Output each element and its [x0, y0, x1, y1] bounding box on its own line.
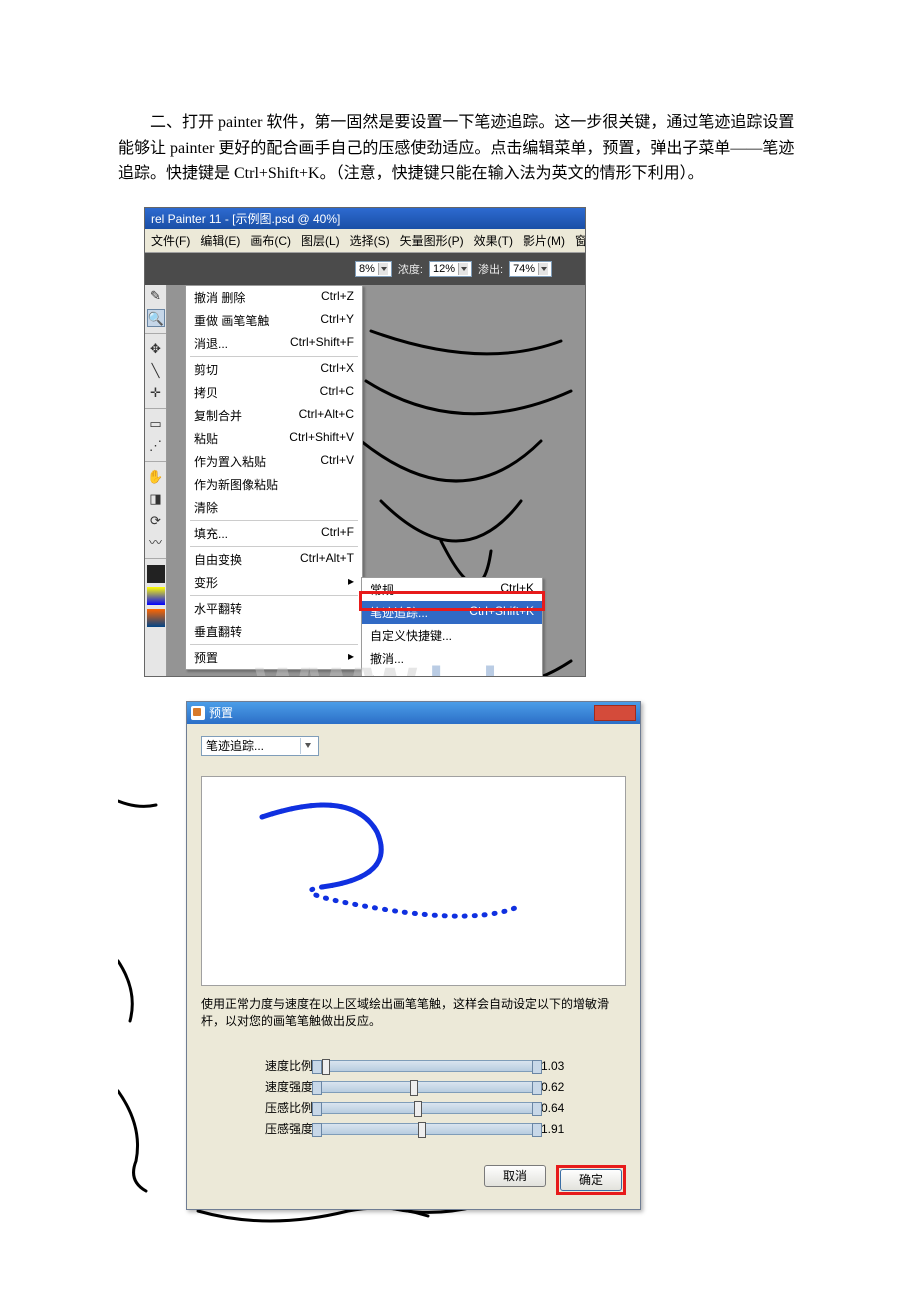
menu-item[interactable]: 重做 画笔笔触Ctrl+Y [186, 309, 362, 332]
slider-value: 0.64 [541, 1101, 581, 1115]
highlight-frame-1 [359, 591, 545, 611]
menu-movie[interactable]: 影片(M) [523, 232, 565, 249]
tool-smudge-icon[interactable]: 〰 [147, 534, 165, 552]
menu-item[interactable]: 拷贝Ctrl+C [186, 381, 362, 404]
menu-item[interactable]: 撤消 删除Ctrl+Z [186, 286, 362, 309]
highlight-frame-2: 确定 [556, 1165, 626, 1195]
submenu-item[interactable]: 自定义快捷键... [362, 624, 542, 647]
tool-color2-icon[interactable] [147, 609, 165, 627]
slider-row: 速度比例 1.03 [261, 1057, 626, 1074]
menu-item[interactable]: 垂直翻转 [186, 620, 362, 643]
opt-val-1[interactable]: 8% [355, 261, 392, 277]
menu-item[interactable]: 自由变换Ctrl+Alt+T [186, 548, 362, 571]
slider-row: 速度强度 0.62 [261, 1078, 626, 1095]
slider-track[interactable] [317, 1102, 537, 1114]
opt-label-bleed: 渗出: [478, 261, 503, 277]
slider-label: 速度强度 [261, 1078, 313, 1095]
menu-window[interactable]: 窗口(W) [575, 232, 586, 249]
slider-value: 0.62 [541, 1080, 581, 1094]
painter-screenshot-1: rel Painter 11 - [示例图.psd @ 40%] 文件(F) 编… [144, 207, 586, 677]
menu-file[interactable]: 文件(F) [151, 232, 190, 249]
menu-item[interactable]: 作为新图像粘贴 [186, 473, 362, 496]
menu-layer[interactable]: 图层(L) [301, 232, 340, 249]
menu-item[interactable]: 水平翻转 [186, 597, 362, 620]
menu-item[interactable]: 填充...Ctrl+F [186, 522, 362, 545]
cancel-button[interactable]: 取消 [484, 1165, 546, 1187]
menubar[interactable]: 文件(F) 编辑(E) 画布(C) 图层(L) 选择(S) 矢量图形(P) 效果… [145, 229, 585, 253]
watermark: WWW.bdocx.com [255, 655, 586, 677]
selector-value: 笔迹追踪... [206, 737, 264, 754]
chevron-down-icon [300, 738, 314, 754]
dialog-title-text: 预置 [209, 704, 233, 721]
opt-val-2[interactable]: 12% [429, 261, 472, 277]
menu-item[interactable]: 剪切Ctrl+X [186, 358, 362, 381]
page-selector[interactable]: 笔迹追踪... [201, 736, 319, 756]
slider-row: 压感比例 0.64 [261, 1099, 626, 1116]
slider-label: 压感强度 [261, 1120, 313, 1137]
menu-effects[interactable]: 效果(T) [474, 232, 513, 249]
tool-palette[interactable]: ✎ 🔍 ✥ ╲ ✛ ▭ ⋰ ✋ ◨ ⟳ 〰 [145, 285, 167, 677]
slider-value: 1.91 [541, 1122, 581, 1136]
tool-eraser-icon[interactable]: ◨ [147, 490, 165, 508]
tool-crop-icon[interactable]: ✛ [147, 384, 165, 402]
tool-wand-icon[interactable]: ⋰ [147, 437, 165, 455]
tool-rect-icon[interactable]: ▭ [147, 415, 165, 433]
opt-val-3[interactable]: 74% [509, 261, 552, 277]
edit-dropdown[interactable]: 撤消 删除Ctrl+Z重做 画笔笔触Ctrl+Y消退...Ctrl+Shift+… [185, 285, 363, 670]
tool-color-icon[interactable] [147, 565, 165, 583]
window-titlebar: rel Painter 11 - [示例图.psd @ 40%] [145, 208, 585, 229]
tool-hand-icon[interactable]: ✋ [147, 468, 165, 486]
menu-item[interactable]: 消退...Ctrl+Shift+F [186, 332, 362, 355]
menu-canvas[interactable]: 画布(C) [250, 232, 291, 249]
opt-label-density: 浓度: [398, 261, 423, 277]
menu-item[interactable]: 变形 [186, 571, 362, 594]
prefs-dialog: 预置 笔迹追踪... 使用正常力度与速度在以上区域绘出画笔笔触，这样会自动设定以… [186, 701, 641, 1211]
tool-clone-icon[interactable]: ⟳ [147, 512, 165, 530]
slider-value: 1.03 [541, 1059, 581, 1073]
ok-button[interactable]: 确定 [560, 1169, 622, 1191]
description-text: 使用正常力度与速度在以上区域绘出画笔笔触，这样会自动设定以下的增敏滑杆，以对您的… [201, 996, 626, 1030]
menu-vector[interactable]: 矢量图形(P) [400, 232, 464, 249]
dialog-icon [191, 706, 205, 720]
tool-zoom-icon[interactable]: 🔍 [147, 309, 165, 327]
menu-edit[interactable]: 编辑(E) [200, 232, 240, 249]
dialog-titlebar: 预置 [187, 702, 640, 724]
menu-item[interactable]: 粘贴Ctrl+Shift+V [186, 427, 362, 450]
stroke-canvas[interactable] [201, 776, 626, 986]
slider-track[interactable] [317, 1123, 537, 1135]
tool-move-icon[interactable]: ✥ [147, 340, 165, 358]
slider-label: 压感比例 [261, 1099, 313, 1116]
close-button[interactable] [594, 705, 636, 721]
tool-pen-icon[interactable]: ╲ [147, 362, 165, 380]
menu-item[interactable]: 作为置入粘贴Ctrl+V [186, 450, 362, 473]
tool-gradient-icon[interactable] [147, 587, 165, 605]
menu-item[interactable]: 清除 [186, 496, 362, 519]
tool-brush-icon[interactable]: ✎ [147, 287, 165, 305]
slider-track[interactable] [317, 1060, 537, 1072]
menu-select[interactable]: 选择(S) [350, 232, 390, 249]
instruction-paragraph: 二、打开 painter 软件，第一固然是要设置一下笔迹追踪。这一步很关键，通过… [118, 110, 802, 187]
option-bar: 8% 浓度: 12% 渗出: 74% [145, 253, 585, 285]
slider-label: 速度比例 [261, 1057, 313, 1074]
slider-row: 压感强度 1.91 [261, 1120, 626, 1137]
slider-track[interactable] [317, 1081, 537, 1093]
menu-item[interactable]: 复制合并Ctrl+Alt+C [186, 404, 362, 427]
